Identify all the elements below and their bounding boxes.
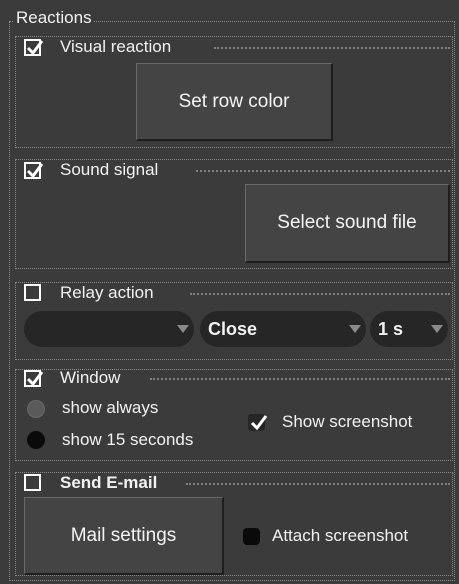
divider bbox=[214, 47, 450, 49]
sound-signal-checkbox[interactable] bbox=[24, 162, 44, 179]
attach-screenshot-checkbox[interactable] bbox=[243, 528, 260, 545]
attach-screenshot-label[interactable]: Attach screenshot bbox=[272, 526, 408, 546]
check-icon bbox=[26, 371, 44, 387]
divider bbox=[196, 170, 450, 172]
send-email-label[interactable]: Send E-mail bbox=[60, 473, 157, 493]
show-always-radio[interactable] bbox=[27, 400, 45, 418]
visual-reaction-label[interactable]: Visual reaction bbox=[60, 37, 171, 57]
divider bbox=[186, 483, 450, 485]
check-icon bbox=[26, 163, 44, 179]
relay-state-value: Close bbox=[208, 318, 258, 339]
visual-reaction-checkbox[interactable] bbox=[24, 39, 44, 56]
relay-state-select[interactable]: Close bbox=[200, 311, 366, 347]
relay-duration-value: 1 s bbox=[378, 318, 404, 339]
divider bbox=[190, 293, 450, 295]
show-15-seconds-radio[interactable] bbox=[27, 431, 45, 449]
show-always-label[interactable]: show always bbox=[62, 398, 158, 418]
check-icon bbox=[26, 40, 44, 56]
relay-action-label[interactable]: Relay action bbox=[60, 283, 154, 303]
check-icon bbox=[250, 415, 268, 431]
mail-settings-button[interactable]: Mail settings bbox=[24, 497, 224, 575]
show-screenshot-label[interactable]: Show screenshot bbox=[282, 412, 412, 432]
select-sound-file-button[interactable]: Select sound file bbox=[245, 184, 450, 263]
set-row-color-button[interactable]: Set row color bbox=[136, 63, 333, 141]
divider bbox=[150, 378, 450, 380]
chevron-down-icon bbox=[344, 325, 366, 333]
show-15-seconds-label[interactable]: show 15 seconds bbox=[62, 430, 193, 450]
window-label[interactable]: Window bbox=[60, 368, 120, 388]
relay-select[interactable] bbox=[24, 311, 194, 347]
reactions-group-title: Reactions bbox=[14, 8, 94, 28]
send-email-checkbox[interactable] bbox=[24, 474, 41, 491]
window-checkbox[interactable] bbox=[24, 370, 44, 387]
relay-action-checkbox[interactable] bbox=[24, 284, 41, 301]
sound-signal-label[interactable]: Sound signal bbox=[60, 160, 158, 180]
chevron-down-icon bbox=[172, 325, 194, 333]
relay-duration-select[interactable]: 1 s bbox=[370, 311, 448, 347]
chevron-down-icon bbox=[426, 325, 448, 333]
show-screenshot-checkbox[interactable] bbox=[248, 414, 268, 431]
